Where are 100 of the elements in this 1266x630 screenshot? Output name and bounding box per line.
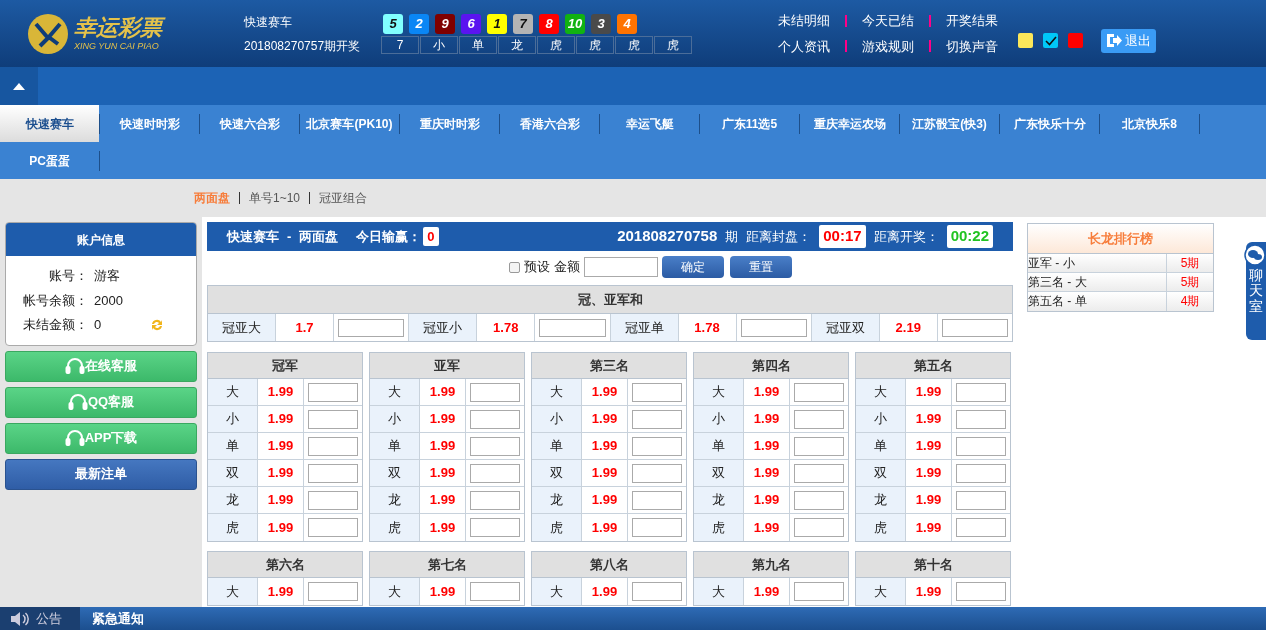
reset-button[interactable]: 重置 (729, 256, 792, 278)
amount-field[interactable] (794, 382, 844, 402)
amount-field[interactable] (470, 463, 520, 483)
logout-button[interactable]: 退出 (1101, 28, 1156, 53)
odds: 1.99 (258, 433, 304, 459)
game-tab[interactable]: 北京快乐8 (1100, 105, 1199, 142)
bet-name: 单 (208, 433, 258, 459)
amount-field[interactable] (941, 318, 1008, 337)
amount-field[interactable] (956, 463, 1006, 483)
header-link[interactable]: 今天已结 (862, 11, 914, 31)
header-link[interactable]: 游戏规则 (862, 36, 914, 56)
amount-field[interactable] (794, 490, 844, 510)
amount-field[interactable] (470, 436, 520, 456)
preset-amount-field[interactable] (583, 257, 658, 277)
odds: 1.99 (906, 433, 952, 459)
subnav-link[interactable]: 单号1~10 (249, 189, 301, 207)
game-tab[interactable]: 广东11选5 (700, 105, 799, 142)
amount-field[interactable] (956, 582, 1006, 601)
confirm-button[interactable]: 确定 (661, 256, 724, 278)
amount-field[interactable] (308, 582, 358, 601)
game-tab[interactable]: 江苏骰宝(快3) (900, 105, 999, 142)
odds: 1.99 (420, 406, 466, 432)
notice-label: 公告 (36, 609, 62, 628)
amount-field[interactable] (956, 436, 1006, 456)
amount-field[interactable] (539, 318, 606, 337)
amount-field[interactable] (338, 318, 405, 337)
period-unit: 期 (725, 227, 739, 246)
amount-field[interactable] (740, 318, 807, 337)
game-tab[interactable]: 快速时时彩 (100, 105, 199, 142)
amount-field[interactable] (632, 463, 682, 483)
game-tab[interactable]: 广东快乐十分 (1000, 105, 1099, 142)
header-link[interactable]: 未结明细 (778, 11, 830, 31)
sidebar-button[interactable]: 最新注单 (5, 458, 197, 490)
amount-field[interactable] (632, 582, 682, 601)
amount-field[interactable] (632, 436, 682, 456)
game-tab[interactable]: 重庆幸运农场 (800, 105, 899, 142)
result-cell: 虎 (615, 35, 653, 54)
amount-field[interactable] (956, 518, 1006, 537)
amount-field[interactable] (632, 382, 682, 402)
bet-name: 单 (694, 433, 744, 459)
theme-swatch[interactable] (1018, 33, 1033, 48)
close-timer: 00:17 (819, 225, 866, 248)
amount-field[interactable] (794, 436, 844, 456)
amount-field[interactable] (470, 409, 520, 429)
bet-name: 小 (856, 406, 906, 432)
group-title: 第九名 (694, 552, 848, 578)
amount-field[interactable] (794, 582, 844, 601)
amount-field[interactable] (470, 490, 520, 510)
bet-name: 大 (532, 578, 582, 605)
amount-field[interactable] (308, 490, 358, 510)
sidebar-button[interactable]: APP下载 (5, 422, 197, 454)
amount-field[interactable] (794, 463, 844, 483)
amount-label: 金额 (553, 258, 580, 277)
odds: 1.99 (258, 514, 304, 541)
bet-name: 双 (370, 460, 420, 486)
amount-field[interactable] (956, 409, 1006, 429)
amount-field[interactable] (308, 463, 358, 483)
header-link[interactable]: 开奖结果 (946, 11, 998, 31)
amount-field[interactable] (308, 409, 358, 429)
subnav-link[interactable]: 冠亚组合 (319, 189, 368, 207)
game-tab[interactable]: 快速六合彩 (200, 105, 299, 142)
game-tab[interactable]: 快速赛车 (0, 105, 99, 142)
amount-field[interactable] (470, 518, 520, 537)
game-tab[interactable]: 香港六合彩 (500, 105, 599, 142)
refresh-icon[interactable] (150, 317, 164, 332)
game-tab[interactable]: 幸运飞艇 (600, 105, 699, 142)
amount-field[interactable] (308, 518, 358, 537)
bet-name: 单 (856, 433, 906, 459)
header-link[interactable]: 切换声音 (946, 36, 998, 56)
amount-field[interactable] (632, 518, 682, 537)
chat-tab[interactable]: 聊天室 (1246, 242, 1266, 340)
sidebar-button[interactable]: QQ客服 (5, 386, 197, 418)
sidebar-button[interactable]: 在线客服 (5, 350, 197, 382)
theme-swatch[interactable] (1043, 33, 1058, 48)
amount-field[interactable] (632, 490, 682, 510)
amount-field[interactable] (794, 518, 844, 537)
amount-field[interactable] (308, 382, 358, 402)
game-tab[interactable]: 重庆时时彩 (400, 105, 499, 142)
subnav-link[interactable]: 两面盘 (194, 189, 230, 207)
bet-name: 小 (370, 406, 420, 432)
amount-field[interactable] (308, 436, 358, 456)
amount-field[interactable] (956, 490, 1006, 510)
amount-field[interactable] (470, 382, 520, 402)
header-link[interactable]: 个人资讯 (778, 36, 830, 56)
game-tab[interactable]: 北京赛车(PK10) (300, 105, 399, 142)
game-tab[interactable]: PC蛋蛋 (0, 142, 99, 179)
bet-name: 大 (694, 379, 744, 405)
amount-field[interactable] (956, 382, 1006, 402)
draw-label: 201808270757期开奖 (244, 37, 362, 55)
game-name: 快速赛车 (227, 227, 279, 246)
theme-swatch[interactable] (1068, 33, 1083, 48)
amount-field[interactable] (794, 409, 844, 429)
result-cell: 虎 (576, 35, 614, 54)
collapse-button[interactable] (0, 67, 38, 105)
bet-name: 大 (208, 578, 258, 605)
amount-field[interactable] (470, 582, 520, 601)
odds: 1.99 (582, 487, 628, 513)
amount-field[interactable] (632, 409, 682, 429)
preset-checkbox[interactable] (508, 261, 520, 273)
account-label: 帐号余额： (22, 291, 88, 310)
